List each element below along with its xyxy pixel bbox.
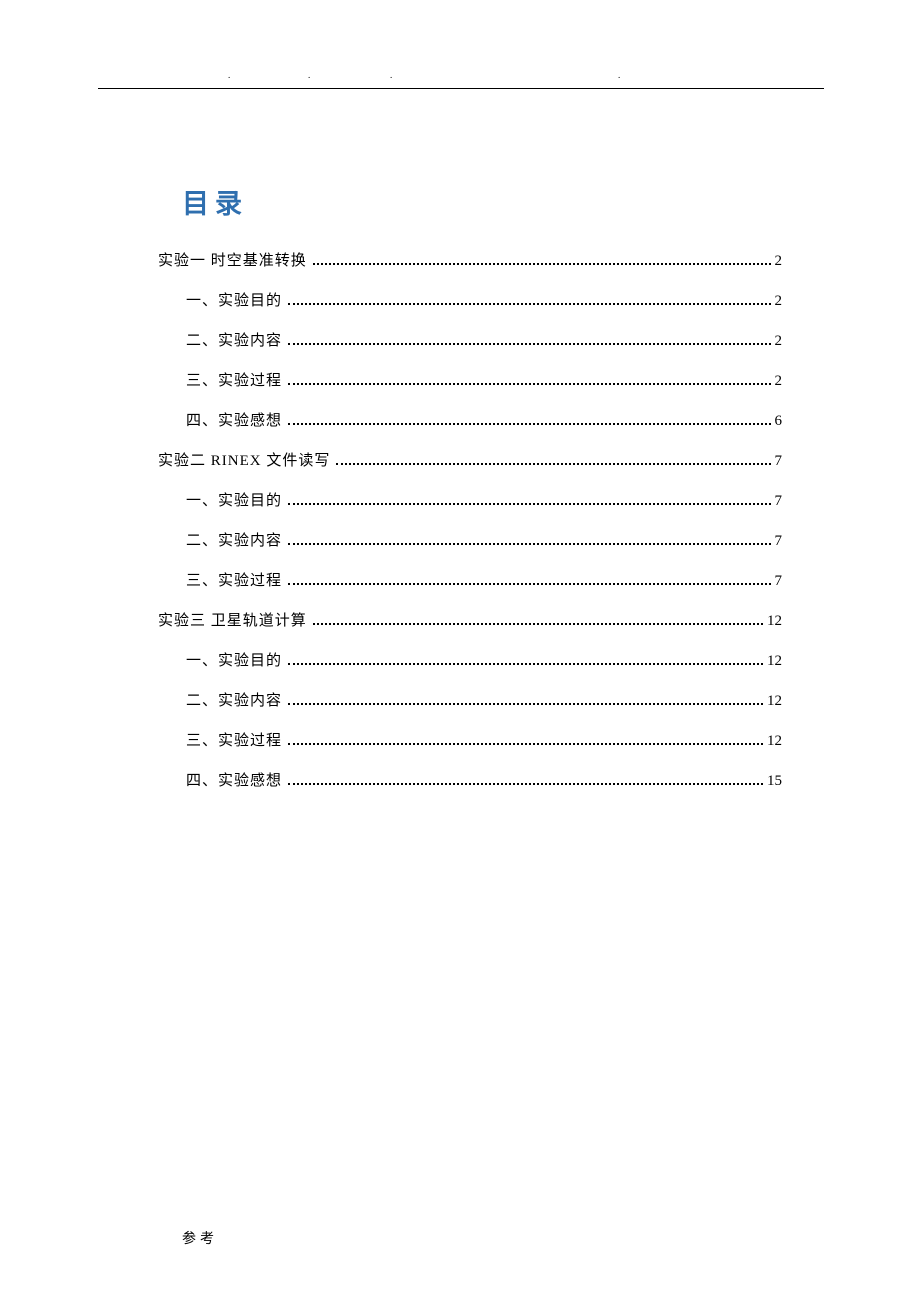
toc-entry-label: 实验三 卫星轨道计算 [158,609,307,630]
toc-entry-page: 6 [775,413,783,430]
toc-leader-dots [313,612,763,625]
content-area: 目录 实验一 时空基准转换 2 一、实验目的 2 二、实验内容 2 三、实验过程 2 四、实验感… [158,182,782,809]
toc-entry-label: 一、实验目的 [186,289,282,310]
toc-entry-page: 7 [775,453,783,470]
toc-entry[interactable]: 二、实验内容 12 [158,689,782,710]
toc-entry-page: 12 [767,693,782,710]
toc-entry-label: 二、实验内容 [186,529,282,550]
toc-entry-page: 7 [775,573,783,590]
toc-entry-page: 2 [775,333,783,350]
toc-entry-page: 12 [767,613,782,630]
toc-entry[interactable]: 四、实验感想 6 [158,409,782,430]
toc-entry[interactable]: 三、实验过程 12 [158,729,782,750]
toc-entry-label: 三、实验过程 [186,569,282,590]
document-page: . . . . 目录 实验一 时空基准转换2一、实验目的2二、实验内容2三、实验… [0,0,920,1302]
table-of-contents: 实验一 时空基准转换 2 一、实验目的 2 二、实验内容 2 三、实验过程 2 四、实验感想 6 实… [158,249,782,790]
toc-leader-dots [288,772,763,785]
toc-entry-label: 三、实验过程 [186,729,282,750]
toc-entry-label: 一、实验目的 [186,489,282,510]
toc-leader-dots [288,412,770,425]
toc-entry[interactable]: 四、实验感想 15 [158,769,782,790]
toc-entry[interactable]: 实验二 RINEX 文件读写 7 [158,449,782,470]
footer-text: 参考 [182,1228,218,1248]
toc-leader-dots [288,292,770,305]
toc-leader-dots [288,732,763,745]
toc-leader-dots [336,452,770,465]
toc-entry-page: 12 [767,733,782,750]
toc-leader-dots [288,652,763,665]
toc-leader-dots [288,332,770,345]
toc-entry-page: 7 [775,493,783,510]
toc-entry[interactable]: 一、实验目的 2 [158,289,782,310]
toc-entry-label: 实验二 RINEX 文件读写 [158,449,330,470]
toc-entry-label: 三、实验过程 [186,369,282,390]
toc-leader-dots [288,492,770,505]
toc-leader-dots [288,692,763,705]
toc-entry-page: 2 [775,293,783,310]
toc-entry[interactable]: 二、实验内容 7 [158,529,782,550]
toc-leader-dots [288,572,770,585]
toc-entry-label: 实验一 时空基准转换 [158,249,307,270]
toc-entry-label: 二、实验内容 [186,329,282,350]
toc-entry-page: 2 [775,373,783,390]
toc-entry-label: 二、实验内容 [186,689,282,710]
toc-entry[interactable]: 三、实验过程 2 [158,369,782,390]
toc-entry-page: 2 [775,253,783,270]
header-dot-row: . . . . [98,70,824,84]
toc-entry-page: 7 [775,533,783,550]
toc-entry-label: 一、实验目的 [186,649,282,670]
header-rule [98,88,824,89]
toc-title: 目录 [182,182,782,221]
toc-entry[interactable]: 实验一 时空基准转换 2 [158,249,782,270]
toc-leader-dots [288,372,770,385]
toc-entry[interactable]: 一、实验目的 12 [158,649,782,670]
toc-leader-dots [313,252,771,265]
toc-leader-dots [288,532,770,545]
toc-entry[interactable]: 一、实验目的 7 [158,489,782,510]
toc-entry-page: 12 [767,653,782,670]
toc-entry[interactable]: 二、实验内容 2 [158,329,782,350]
toc-entry-label: 四、实验感想 [186,769,282,790]
toc-entry-page: 15 [767,773,782,790]
toc-entry[interactable]: 实验三 卫星轨道计算 12 [158,609,782,630]
toc-entry-label: 四、实验感想 [186,409,282,430]
toc-entry[interactable]: 三、实验过程 7 [158,569,782,590]
